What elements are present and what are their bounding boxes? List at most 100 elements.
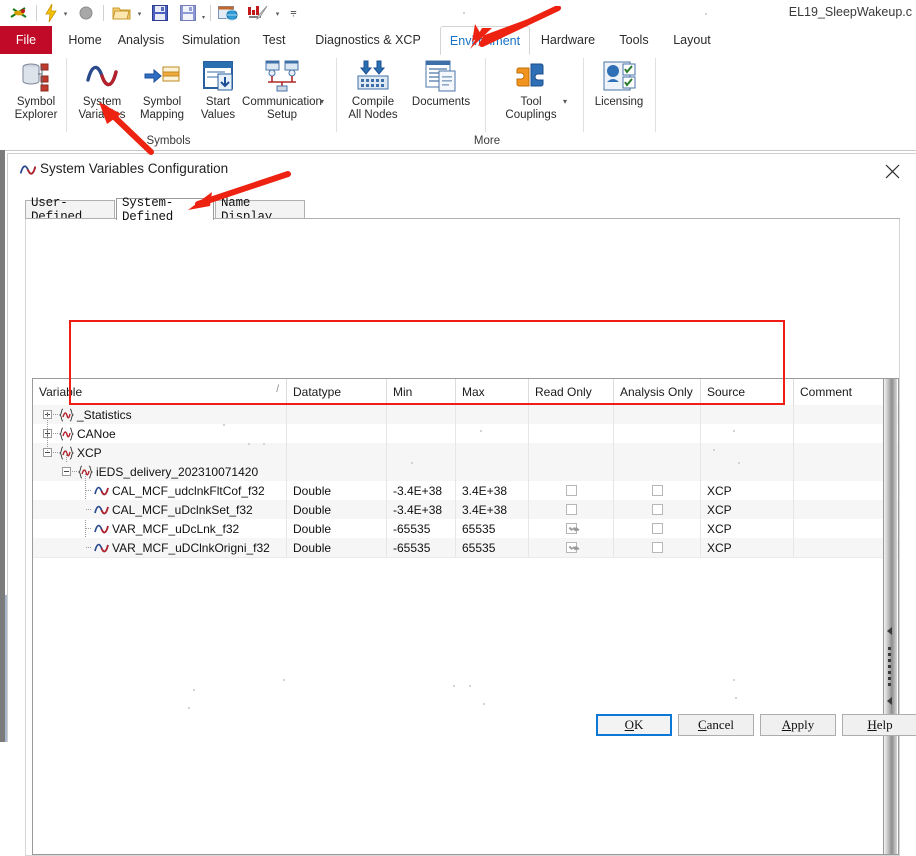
cell-read-only[interactable] [529, 519, 614, 538]
artifact-dot [705, 13, 707, 15]
ribbon-tab-home[interactable]: Home [60, 26, 110, 54]
licensing-label: Licensing [594, 96, 644, 108]
system-variables-configuration-dialog: System Variables Configuration User-Defi… [7, 153, 916, 856]
save-configuration-icon[interactable] [150, 3, 170, 23]
close-icon[interactable] [874, 158, 910, 184]
column-header-read-only[interactable]: Read Only [529, 379, 614, 405]
cancel-button[interactable]: Cancel [678, 714, 754, 736]
stop-measurement-icon[interactable] [76, 3, 96, 23]
pane-splitter[interactable] [883, 379, 897, 854]
cell-read-only[interactable] [529, 500, 614, 519]
table-row[interactable]: CANoe [33, 424, 898, 443]
ribbon-tab-tools[interactable]: Tools [608, 26, 660, 54]
artifact-dot [453, 685, 455, 687]
column-header-variable[interactable]: Variable / [33, 379, 287, 405]
open-configuration-icon[interactable] [110, 3, 132, 23]
cell-analysis-only[interactable] [614, 481, 701, 500]
cell-max [456, 443, 529, 462]
table-row[interactable]: CAL_MCF_uDclnkSet_f32 Double -3.4E+38 3.… [33, 500, 898, 519]
splitter-grip-dot [888, 671, 891, 674]
help-button[interactable]: Help [842, 714, 916, 736]
artifact-dot [411, 462, 413, 464]
chevron-down-icon[interactable]: ▾ [136, 11, 143, 18]
tool-couplings-button[interactable]: Tool Couplings ▾ [485, 58, 577, 122]
cell-variable: CAL_MCF_udclnkFltCof_f32 [33, 481, 287, 500]
read-only-checkbox[interactable] [565, 523, 577, 534]
column-header-source[interactable]: Source [701, 379, 794, 405]
canoe-application-window: ▾ ▾ ▾ ▾ ⩦ EL19_SleepWakeup.c File Home A… [0, 0, 916, 856]
collapse-left-arrow-icon-2[interactable] [887, 697, 892, 705]
communication-setup-button[interactable]: Communication Setup ▾ [230, 58, 334, 122]
cell-read-only [529, 424, 614, 443]
ok-button[interactable]: OK [596, 714, 672, 736]
cell-min [387, 443, 456, 462]
ribbon-tab-simulation[interactable]: Simulation [172, 26, 250, 54]
apply-button[interactable]: Apply [760, 714, 836, 736]
licensing-button[interactable]: Licensing [583, 58, 655, 109]
ribbon-tab-file[interactable]: File [0, 26, 52, 54]
table-row[interactable]: iEDS_delivery_202310071420 [33, 462, 898, 481]
cell-read-only[interactable] [529, 481, 614, 500]
cell-datatype: Double [287, 538, 387, 557]
tab-user-defined[interactable]: User-Defined [25, 196, 115, 224]
compile-all-nodes-label: Compile All Nodes [348, 96, 398, 121]
help-button-label: Help [867, 717, 893, 732]
ribbon-tab-analysis[interactable]: Analysis [110, 26, 172, 54]
chevron-down-icon[interactable]: ▾ [563, 97, 567, 106]
cell-variable: iEDS_delivery_202310071420 [33, 462, 287, 481]
symbol-explorer-button[interactable]: Symbol Explorer [0, 58, 72, 122]
column-header-datatype[interactable]: Datatype [287, 379, 387, 405]
read-only-checkbox[interactable] [565, 542, 577, 553]
signal-generator-icon[interactable] [246, 3, 270, 23]
cell-max: 3.4E+38 [456, 500, 529, 519]
table-row[interactable]: VAR_MCF_uDClnkOrigni_f32 Double -65535 6… [33, 538, 898, 557]
analysis-only-checkbox[interactable] [651, 485, 663, 496]
chevron-down-icon[interactable]: ▾ [62, 11, 69, 18]
cell-variable: VAR_MCF_uDcLnk_f32 [33, 519, 287, 538]
splitter-grip-dot [888, 659, 891, 662]
cell-read-only[interactable] [529, 538, 614, 557]
analysis-only-checkbox[interactable] [651, 523, 663, 534]
column-header-min[interactable]: Min [387, 379, 456, 405]
start-measurement-icon[interactable] [42, 3, 60, 23]
cell-min: -65535 [387, 519, 456, 538]
system-variables-icon [20, 165, 36, 175]
cell-analysis-only[interactable] [614, 500, 701, 519]
table-row[interactable]: XCP [33, 443, 898, 462]
save-as-icon[interactable] [178, 3, 198, 23]
ribbon-group-more: More Compile All Nodes Documents Tool Co… [337, 54, 656, 149]
cell-analysis-only[interactable] [614, 538, 701, 557]
table-row[interactable]: _Statistics [33, 405, 898, 424]
ribbon-tab-test[interactable]: Test [250, 26, 298, 54]
artifact-dot [733, 679, 735, 681]
read-only-checkbox[interactable] [565, 504, 577, 515]
customize-quick-access-icon[interactable]: ⩦ [290, 7, 297, 18]
symbol-mapping-icon [144, 66, 180, 84]
ribbon-tab-layout[interactable]: Layout [662, 26, 722, 54]
globe-icon[interactable] [216, 3, 240, 23]
cell-analysis-only[interactable] [614, 519, 701, 538]
artifact-dot [469, 685, 471, 687]
read-only-checkbox[interactable] [565, 485, 577, 496]
analysis-only-checkbox[interactable] [651, 542, 663, 553]
analysis-only-checkbox[interactable] [651, 504, 663, 515]
splitter-grip-dot [888, 665, 891, 668]
column-header-max[interactable]: Max [456, 379, 529, 405]
ribbon-tab-diagnostics-xcp[interactable]: Diagnostics & XCP [298, 26, 438, 54]
table-gridline [33, 557, 898, 558]
chevron-down-icon[interactable]: ▾ [274, 11, 281, 18]
column-header-analysis-only[interactable]: Analysis Only [614, 379, 701, 405]
documents-button[interactable]: Documents [399, 58, 483, 109]
artifact-dot [188, 707, 190, 709]
splitter-grip-dot [888, 653, 891, 656]
collapse-left-arrow-icon[interactable] [887, 627, 892, 635]
table-row[interactable]: CAL_MCF_udclnkFltCof_f32 Double -3.4E+38… [33, 481, 898, 500]
cell-read-only [529, 443, 614, 462]
system-variables-icon [86, 65, 118, 87]
chevron-down-icon[interactable]: ▾ [200, 15, 207, 22]
compile-all-nodes-icon [357, 60, 389, 90]
cell-min [387, 424, 456, 443]
artifact-dot [248, 443, 250, 445]
table-row[interactable]: VAR_MCF_uDcLnk_f32 Double -65535 65535 X… [33, 519, 898, 538]
chevron-down-icon[interactable]: ▾ [320, 97, 324, 106]
